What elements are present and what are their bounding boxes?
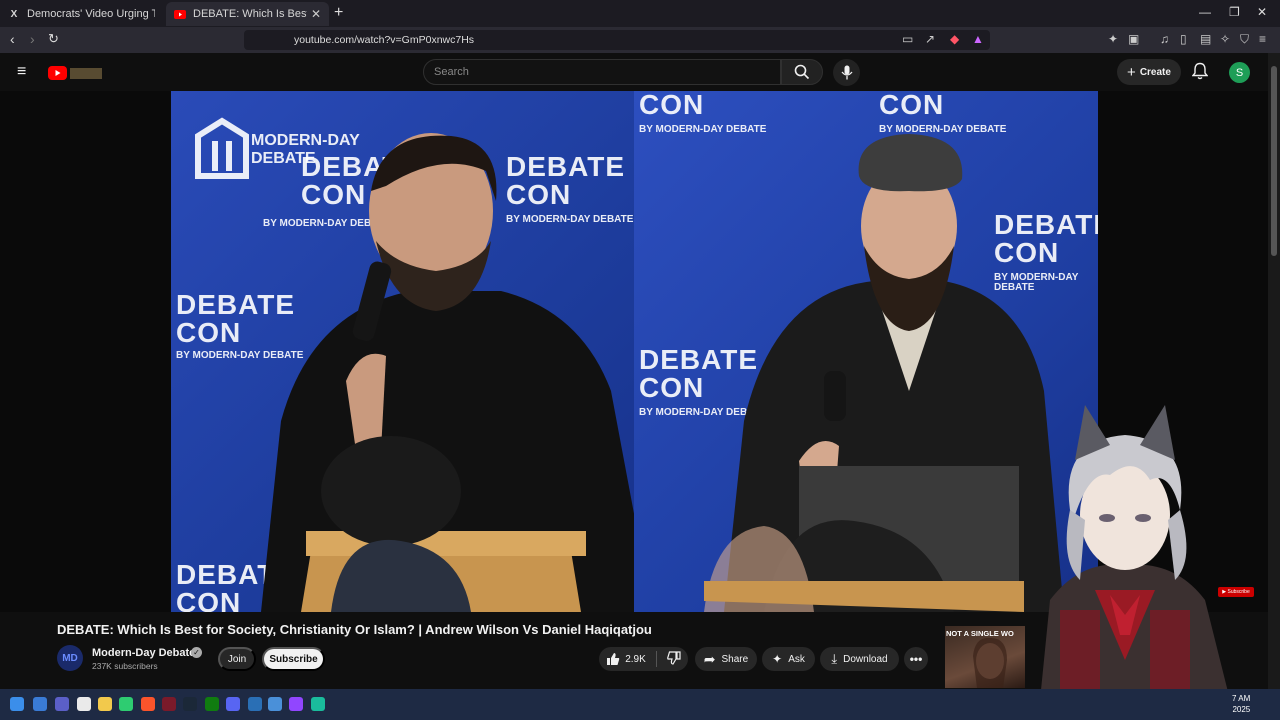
app-teal-icon[interactable] bbox=[311, 697, 325, 711]
tab-title: Democrats' Video Urging Troops to Re bbox=[27, 8, 155, 20]
more-icon: ••• bbox=[909, 652, 923, 666]
sidebar-icon[interactable]: ▯ bbox=[1180, 32, 1187, 46]
reload-icon[interactable]: ↻ bbox=[48, 31, 59, 47]
browser-tab-bar: X Democrats' Video Urging Troops to Re D… bbox=[0, 0, 1280, 27]
clock-time: 7 AM bbox=[1232, 694, 1251, 703]
vtuber-avatar-overlay bbox=[1040, 405, 1230, 700]
xbox-icon[interactable] bbox=[205, 697, 219, 711]
teams-icon[interactable] bbox=[55, 697, 69, 711]
speaker-andrew-wilson bbox=[261, 133, 634, 612]
subscribe-button[interactable]: Subscribe bbox=[262, 647, 325, 671]
backdrop-logo bbox=[193, 116, 251, 186]
forward-icon[interactable]: › bbox=[30, 31, 35, 47]
app-blue-icon[interactable] bbox=[248, 697, 262, 711]
channel-name[interactable]: Modern-Day Debate bbox=[92, 647, 195, 659]
verified-badge-icon: ✓ bbox=[191, 647, 202, 658]
app-green-icon[interactable] bbox=[119, 697, 133, 711]
account-avatar[interactable]: S bbox=[1229, 62, 1250, 83]
like-button[interactable]: 2.9K bbox=[606, 652, 646, 666]
search-input[interactable] bbox=[434, 66, 764, 78]
search-icon bbox=[794, 64, 810, 80]
extensions-icon[interactable]: ✦ bbox=[1108, 32, 1118, 46]
share-icon: ➦ bbox=[703, 650, 716, 667]
app-m-icon[interactable] bbox=[268, 697, 282, 711]
subscribe-watermark: ▶ Subscribe bbox=[1218, 587, 1254, 597]
tab-democrats-video[interactable]: X Democrats' Video Urging Troops to Re bbox=[0, 2, 163, 26]
brave-taskbar-icon[interactable] bbox=[141, 697, 155, 711]
x-logo-icon: X bbox=[10, 8, 18, 20]
plus-icon: + bbox=[1127, 63, 1136, 81]
backdrop-debatecon: CON BY MODERN-DAY DEBATE bbox=[879, 91, 1007, 135]
thumbs-down-icon bbox=[666, 650, 681, 665]
youtube-logo[interactable] bbox=[48, 65, 104, 86]
download-button[interactable]: ⤓ Download bbox=[820, 647, 899, 671]
minimize-icon[interactable]: — bbox=[1199, 5, 1211, 19]
share-button[interactable]: ➦ Share bbox=[695, 647, 757, 671]
create-label: Create bbox=[1139, 66, 1171, 78]
tab-debate-video[interactable]: DEBATE: Which Is Best for Society, Ch ✕ bbox=[166, 2, 329, 26]
video-player[interactable]: MODERN-DAY DEBATE DEBATE CON DEBATE CON BY… bbox=[171, 91, 1098, 612]
channel-avatar[interactable]: MD bbox=[57, 645, 83, 671]
download-label: Download bbox=[843, 653, 888, 665]
close-tab-icon[interactable]: ✕ bbox=[311, 7, 321, 21]
search-button[interactable] bbox=[781, 59, 823, 85]
rewards-icon[interactable]: ▲ bbox=[972, 32, 984, 46]
scrollbar-thumb[interactable] bbox=[1271, 66, 1277, 256]
browser-toolbar: ‹ › ↻ ⚑ youtube.com/watch?v=GmP0xnwc7Hs … bbox=[0, 27, 1280, 53]
like-count: 2.9K bbox=[625, 653, 646, 665]
tab-title: DEBATE: Which Is Best for Society, Ch bbox=[193, 8, 307, 20]
start-icon[interactable] bbox=[10, 697, 24, 711]
video-left-panel: MODERN-DAY DEBATE DEBATE CON DEBATE CON BY… bbox=[171, 91, 634, 612]
voice-search-button[interactable] bbox=[833, 59, 860, 86]
vpn-icon[interactable]: ⛉ bbox=[1240, 32, 1249, 47]
thumbs-up-icon bbox=[607, 653, 620, 665]
md-logo-icon bbox=[195, 117, 249, 179]
download-icon: ⤓ bbox=[831, 651, 838, 666]
address-bar[interactable]: youtube.com/watch?v=GmP0xnwc7Hs bbox=[244, 30, 990, 50]
notifications-bell-icon[interactable] bbox=[1191, 62, 1209, 85]
system-clock[interactable]: 7 AM 2025 bbox=[1232, 693, 1250, 715]
dislike-button[interactable] bbox=[666, 650, 681, 668]
file-explorer-icon[interactable] bbox=[98, 697, 112, 711]
share-label: Share bbox=[721, 653, 749, 665]
close-window-icon[interactable]: ✕ bbox=[1257, 5, 1267, 19]
ask-label: Ask bbox=[788, 653, 805, 665]
windows-taskbar bbox=[0, 689, 1280, 720]
join-button[interactable]: Join bbox=[218, 647, 256, 671]
ask-button[interactable]: ✦ Ask bbox=[762, 647, 815, 671]
twitch-icon[interactable] bbox=[289, 697, 303, 711]
video-title: DEBATE: Which Is Best for Society, Chris… bbox=[57, 622, 652, 637]
hamburger-menu-icon[interactable]: ≡ bbox=[17, 63, 26, 81]
back-icon[interactable]: ‹ bbox=[10, 31, 15, 47]
discord-icon[interactable] bbox=[226, 697, 240, 711]
youtube-icon bbox=[174, 8, 186, 20]
leo-ai-icon[interactable]: ✧ bbox=[1220, 32, 1230, 46]
more-actions-button[interactable]: ••• bbox=[904, 647, 928, 671]
create-button[interactable]: + Create bbox=[1117, 59, 1181, 85]
steam-icon[interactable] bbox=[183, 697, 197, 711]
media-icon[interactable]: ♫ bbox=[1160, 32, 1169, 46]
youtube-header: ≡ + Create S bbox=[0, 53, 1268, 91]
screenshot-icon[interactable]: ▣ bbox=[1128, 32, 1139, 46]
new-tab-button[interactable]: + bbox=[334, 4, 343, 22]
subscriber-count: 237K subscribers bbox=[92, 661, 158, 671]
wallet-icon[interactable]: ▤ bbox=[1200, 32, 1211, 46]
cast-icon[interactable]: ▭ bbox=[902, 32, 913, 46]
backdrop-debatecon: CON BY MODERN-DAY DEBATE bbox=[639, 91, 767, 135]
clock-year: 2025 bbox=[1232, 705, 1251, 714]
share-page-icon[interactable]: ↗ bbox=[925, 32, 935, 46]
menu-icon[interactable]: ≡ bbox=[1259, 32, 1266, 46]
task-view-icon[interactable] bbox=[77, 697, 91, 711]
microphone-icon bbox=[841, 65, 852, 80]
like-dislike-group: 2.9K bbox=[599, 647, 688, 671]
search-taskbar-icon[interactable] bbox=[33, 697, 47, 711]
url-text[interactable]: youtube.com/watch?v=GmP0xnwc7Hs bbox=[294, 34, 474, 46]
sparkle-icon: ✦ bbox=[772, 652, 783, 666]
maximize-icon[interactable]: ❐ bbox=[1229, 5, 1240, 19]
recommended-video-caption: NOT A SINGLE WO bbox=[946, 629, 1014, 638]
search-box[interactable] bbox=[423, 59, 781, 85]
brave-shield-icon[interactable]: ◆ bbox=[950, 32, 959, 46]
opera-icon[interactable] bbox=[162, 697, 176, 711]
